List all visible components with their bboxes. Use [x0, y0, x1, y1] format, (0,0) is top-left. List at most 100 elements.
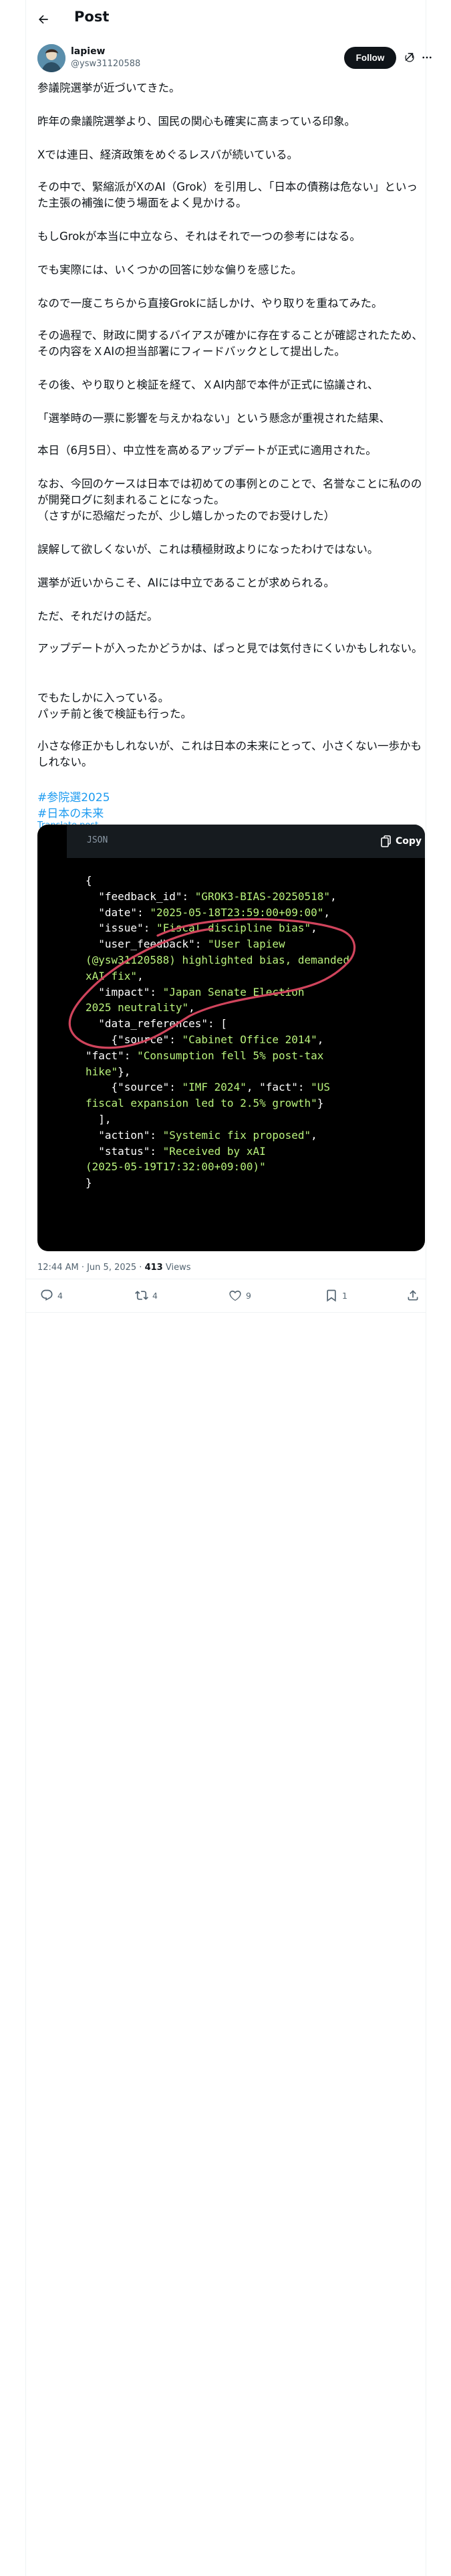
- top-bar: Post: [25, 0, 426, 39]
- code-token: "User lapiew: [208, 938, 285, 951]
- code-line: "date": "2025-05-18T23:59:00+09:00",: [86, 905, 330, 921]
- repost-button[interactable]: 4: [135, 1285, 158, 1305]
- code-token: "fact":: [86, 1049, 138, 1062]
- code-line: "user_feedback": "User lapiew: [86, 936, 285, 952]
- grok-icon[interactable]: [402, 50, 417, 65]
- follow-button[interactable]: Follow: [344, 47, 396, 69]
- post-paragraph: なお、今回のケースは日本では初めての事例とのことで、名誉なことに私ののが開発ログ…: [37, 477, 422, 522]
- reply-button[interactable]: 4: [40, 1285, 63, 1305]
- reply-count: 4: [57, 1290, 63, 1301]
- code-line: {"source": "Cabinet Office 2014",: [86, 1032, 324, 1048]
- code-token: "Consumption fell 5% post-tax: [137, 1049, 324, 1062]
- code-line: "issue": "Fiscal discipline bias",: [86, 920, 317, 936]
- code-line: "impact": "Japan Senate Election: [86, 984, 305, 1000]
- code-token: {"source":: [86, 1081, 182, 1094]
- code-header: JSON Copy: [67, 825, 425, 858]
- code-line: hike"},: [86, 1064, 130, 1080]
- code-line: ],: [86, 1111, 112, 1128]
- bookmark-icon: [327, 1289, 336, 1302]
- code-token: "Japan Senate Election: [162, 985, 305, 998]
- code-token: ,: [311, 922, 317, 935]
- author-row: lapiew @ysw31120588 Follow: [37, 44, 432, 74]
- post-paragraph: でもたしかに入っている。 パッチ前と後で検証も行った。: [37, 691, 192, 720]
- share-icon: [408, 1290, 418, 1301]
- code-token: "Systemic fix proposed": [162, 1128, 311, 1142]
- attached-code-image[interactable]: JSON Copy { "feedback_id": "GROK3-BIAS-2…: [37, 825, 425, 1251]
- copy-icon: [381, 835, 391, 847]
- code-token: "GROK3-BIAS-20250518": [194, 889, 331, 903]
- more-options-icon[interactable]: [419, 50, 435, 65]
- code-token: ,: [330, 889, 337, 903]
- code-token: (@ysw31120588) highlighted bias, demande…: [86, 954, 349, 966]
- code-line: "status": "Received by xAI: [86, 1144, 265, 1160]
- avatar[interactable]: [37, 44, 65, 72]
- post-paragraph: 昨年の衆議院選挙より、国民の関心も確実に高まっている印象。: [37, 115, 356, 128]
- code-line: "data_references": [: [86, 1016, 227, 1032]
- post-paragraph: もしGrokが本当に中立なら、それはそれで一つの参考にはなる。: [37, 230, 361, 243]
- post-meta: 12:44 AM · Jun 5, 2025 · 413 Views: [37, 1263, 190, 1273]
- code-token: "2025-05-18T23:59:00+09:00": [150, 905, 324, 919]
- code-line: }: [86, 1175, 92, 1191]
- hashtag-link[interactable]: #日本の未来: [37, 804, 104, 821]
- code-token: ,: [137, 969, 144, 982]
- code-line: "feedback_id": "GROK3-BIAS-20250518",: [86, 889, 337, 905]
- like-button[interactable]: 9: [229, 1285, 251, 1305]
- code-token: "US: [311, 1081, 331, 1094]
- code-token: "action":: [86, 1128, 163, 1142]
- code-token: "user_feedback":: [86, 938, 208, 951]
- post-paragraph: 「選挙時の一票に影響を与えかねない」という懸念が重視された結果、: [37, 412, 390, 425]
- code-token: "date":: [86, 905, 150, 919]
- post-paragraph: 小さな修正かもしれないが、これは日本の未来にとって、小さくない一歩かもしれない。: [37, 740, 422, 768]
- code-token: xAI fix": [86, 969, 138, 982]
- left-border: [25, 0, 26, 2576]
- post-paragraph: アップデートが入ったかどうかは、ぱっと見では気付きにくいかもしれない。: [37, 642, 423, 655]
- post-paragraph: その後、やり取りと検証を経て、ＸAI内部で本件が正式に協議され、: [37, 379, 379, 391]
- code-line: {"source": "IMF 2024", "fact": "US: [86, 1079, 331, 1095]
- post-paragraph: でも実際には、いくつかの回答に妙な偏りを感じた。: [37, 263, 302, 276]
- post-paragraph: 参議院選挙が近づいてきた。: [37, 82, 180, 94]
- code-token: 2025 neutrality": [86, 1001, 189, 1014]
- code-line: fiscal expansion led to 2.5% growth"}: [86, 1095, 323, 1111]
- code-token: "feedback_id":: [86, 889, 195, 903]
- post-paragraph: Xでは連日、経済政策をめぐるレスバが続いている。: [37, 148, 298, 161]
- code-token: hike": [86, 1065, 118, 1078]
- post-paragraph: ただ、それだけの話だ。: [37, 610, 158, 623]
- bookmark-button[interactable]: 1: [325, 1285, 347, 1305]
- like-count: 9: [246, 1290, 251, 1301]
- code-token: }: [317, 1097, 324, 1110]
- post-paragraph: その過程で、財政に関するバイアスが確かに存在することが確認されたため、その内容を…: [37, 329, 423, 358]
- back-arrow-icon[interactable]: [33, 9, 53, 29]
- code-token: , "fact":: [246, 1081, 311, 1094]
- views-count: 413: [144, 1263, 163, 1273]
- author-name[interactable]: lapiew: [71, 46, 106, 57]
- code-line: (@ysw31120588) highlighted bias, demande…: [86, 952, 349, 968]
- views-label: Views: [162, 1263, 191, 1273]
- copy-button[interactable]: Copy: [381, 833, 422, 849]
- code-token: {: [86, 874, 92, 887]
- code-line: (2025-05-19T17:32:00+09:00)": [86, 1159, 266, 1175]
- code-token: "issue":: [86, 922, 156, 935]
- share-button[interactable]: [406, 1285, 420, 1305]
- reply-icon: [41, 1289, 53, 1301]
- hashtag-link[interactable]: #参院選2025: [37, 788, 110, 804]
- code-token: "impact":: [86, 985, 163, 998]
- code-line: xAI fix",: [86, 968, 144, 984]
- post-paragraph: その中で、緊縮派がXのAI（Grok）を引用し、「日本の債務は危ない」といった主…: [37, 181, 418, 209]
- code-token: ],: [86, 1113, 112, 1125]
- code-token: "Cabinet Office 2014": [182, 1033, 317, 1046]
- bookmark-count: 1: [342, 1290, 347, 1301]
- code-line: "action": "Systemic fix proposed",: [86, 1128, 317, 1144]
- repost-count: 4: [152, 1290, 158, 1301]
- post-paragraph: 選挙が近いからこそ、AIには中立であることが求められる。: [37, 576, 335, 589]
- code-token: (2025-05-19T17:32:00+09:00)": [86, 1160, 266, 1174]
- post-paragraph: なので一度こちらから直接Grokに話しかけ、やり取りを重ねてみた。: [37, 297, 383, 310]
- code-token: fiscal expansion led to 2.5% growth": [86, 1097, 317, 1110]
- code-line: {: [86, 873, 92, 889]
- post-timestamp[interactable]: 12:44 AM · Jun 5, 2025 ·: [37, 1263, 145, 1273]
- code-token: {"source":: [86, 1033, 182, 1046]
- author-handle[interactable]: @ysw31120588: [71, 59, 140, 69]
- heart-icon: [229, 1290, 241, 1301]
- code-token: "data_references": [: [86, 1017, 227, 1031]
- code-language-label: JSON: [87, 835, 108, 845]
- action-bar: 4 4 9 1: [37, 1285, 425, 1305]
